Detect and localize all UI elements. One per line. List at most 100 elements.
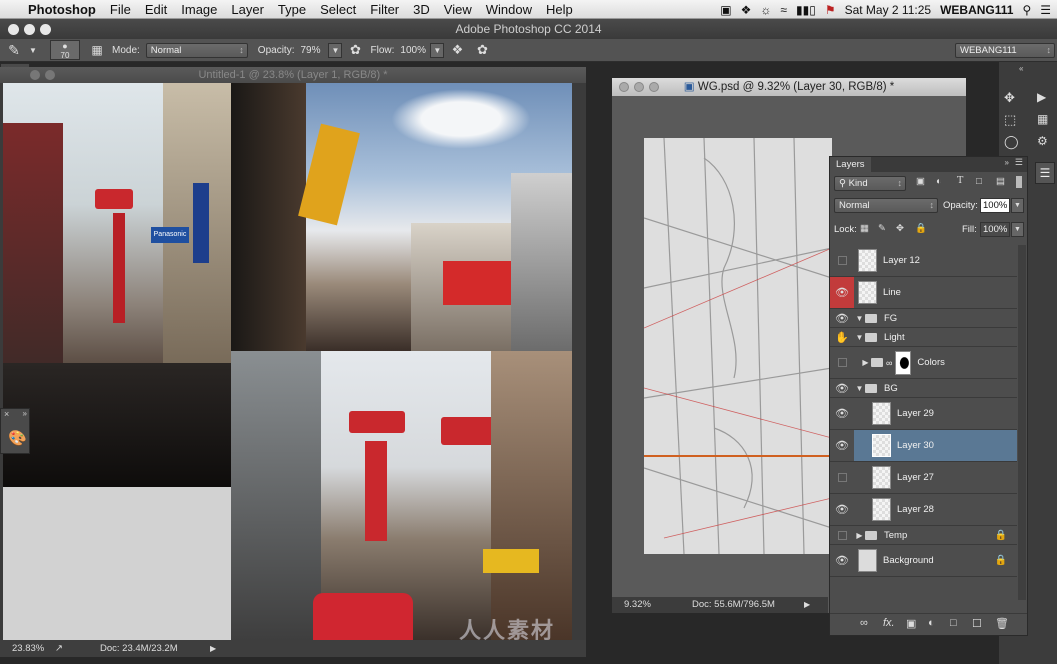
layer-row-selected[interactable]: 👁 Layer 30: [830, 430, 1017, 462]
doc-minimize-icon[interactable]: [634, 82, 644, 92]
layers-scrollbar[interactable]: [1018, 245, 1026, 600]
filter-pixel-icon[interactable]: ▣: [916, 176, 925, 187]
opacity-input[interactable]: 79%: [300, 45, 328, 56]
filter-kind-select[interactable]: ⚲ Kind: [834, 176, 906, 191]
layer-row[interactable]: 👁 Background 🔒: [830, 545, 1017, 577]
doc-size[interactable]: Doc: 23.4M/23.2M: [100, 640, 178, 657]
brush-panel-icon[interactable]: ▦: [86, 43, 108, 57]
group-row[interactable]: ▶ ∞ Colors: [830, 347, 1017, 379]
filter-smartobject-icon[interactable]: ▤: [996, 176, 1005, 187]
marquee-tool-icon[interactable]: ⬚: [1004, 112, 1016, 128]
fx-icon[interactable]: fx.: [883, 617, 895, 629]
layer-opacity-input[interactable]: 100%: [980, 198, 1010, 213]
zoom-level[interactable]: 23.83%: [12, 640, 44, 657]
menu-edit[interactable]: Edit: [138, 2, 174, 17]
menu-3d[interactable]: 3D: [406, 2, 437, 17]
wifi-icon[interactable]: ≈: [780, 3, 787, 17]
expand-triangle-icon[interactable]: ▼: [854, 333, 865, 342]
visibility-toggle[interactable]: [830, 245, 854, 276]
search-icon[interactable]: ⚲: [1022, 3, 1031, 17]
pressure-opacity-icon[interactable]: ✿: [342, 42, 368, 58]
flag-icon[interactable]: ⚑: [825, 3, 836, 17]
layer-row[interactable]: 👁 Layer 29: [830, 398, 1017, 430]
filter-toggle-icon[interactable]: [1016, 176, 1022, 188]
menu-layer[interactable]: Layer: [224, 2, 271, 17]
lock-transparency-icon[interactable]: ▦: [860, 223, 869, 234]
minimize-window-icon[interactable]: [24, 24, 35, 35]
chevron-down-icon[interactable]: ▼: [28, 46, 38, 55]
menu-filter[interactable]: Filter: [363, 2, 406, 17]
doc-minimize-icon[interactable]: [45, 70, 55, 80]
delete-layer-icon[interactable]: 🗑: [995, 617, 1009, 630]
menu-select[interactable]: Select: [313, 2, 363, 17]
play-icon[interactable]: ▶: [1037, 90, 1046, 104]
clock-text[interactable]: Sat May 2 11:25: [845, 3, 932, 17]
brush-preset-picker[interactable]: ● 70: [50, 40, 80, 60]
collapse-triangle-icon[interactable]: ▶: [860, 358, 871, 367]
grid-icon[interactable]: ▦: [1037, 112, 1048, 126]
doc-close-icon[interactable]: [30, 70, 40, 80]
sync-icon[interactable]: ☼: [760, 3, 771, 17]
filter-adjustment-icon[interactable]: ◐: [936, 176, 942, 187]
adjustment-layer-icon[interactable]: ◐: [928, 617, 935, 629]
tab-layers[interactable]: Layers: [830, 157, 871, 172]
zoom-level[interactable]: 9.32%: [624, 597, 651, 613]
layer-row[interactable]: Layer 27: [830, 462, 1017, 494]
menu-type[interactable]: Type: [271, 2, 313, 17]
doc-close-icon[interactable]: [619, 82, 629, 92]
menu-window[interactable]: Window: [479, 2, 539, 17]
sketch-canvas[interactable]: [644, 138, 832, 554]
camera-icon[interactable]: ▣: [720, 3, 731, 17]
properties-icon[interactable]: ⚙: [1037, 134, 1048, 148]
lasso-tool-icon[interactable]: ◯: [1004, 134, 1019, 150]
layer-row[interactable]: 👁 Layer 28: [830, 494, 1017, 526]
flow-slider-icon[interactable]: ▼: [430, 42, 445, 58]
mode-select[interactable]: Normal: [145, 42, 248, 58]
lock-position-icon[interactable]: ✥: [896, 223, 904, 234]
add-mask-icon[interactable]: ▣: [906, 617, 916, 630]
battery-icon[interactable]: ▮▮▯: [796, 3, 816, 17]
fill-slider-icon[interactable]: ▼: [1011, 222, 1024, 237]
collapse-panel-icon[interactable]: »: [23, 409, 27, 418]
visibility-toggle[interactable]: 👁: [830, 430, 854, 461]
opacity-slider-icon[interactable]: ▼: [1011, 198, 1024, 213]
brush-tool-icon[interactable]: ✎: [0, 42, 28, 59]
fill-input[interactable]: 100%: [980, 222, 1010, 237]
status-arrow-icon[interactable]: ▶: [804, 597, 810, 613]
expand-triangle-icon[interactable]: ▼: [854, 384, 865, 393]
doc-zoom-icon[interactable]: [649, 82, 659, 92]
opacity-slider-icon[interactable]: ▼: [328, 42, 343, 58]
close-panel-icon[interactable]: ×: [4, 409, 9, 419]
new-group-icon[interactable]: □: [950, 617, 957, 629]
menu-file[interactable]: File: [103, 2, 138, 17]
visibility-toggle[interactable]: [830, 347, 854, 378]
visibility-toggle[interactable]: 👁: [830, 309, 854, 327]
airbrush-icon[interactable]: ❖: [444, 42, 470, 58]
filter-type-icon[interactable]: T: [957, 175, 963, 186]
layer-row[interactable]: 👁 Line: [830, 277, 1017, 309]
visibility-toggle[interactable]: 👁: [830, 398, 854, 429]
expand-triangle-icon[interactable]: ▼: [854, 314, 865, 323]
menu-image[interactable]: Image: [174, 2, 224, 17]
share-icon[interactable]: ↗: [55, 640, 63, 657]
blend-mode-select[interactable]: Normal: [834, 198, 938, 213]
pressure-size-icon[interactable]: ✿: [470, 42, 494, 58]
document-canvas[interactable]: Panasonic 人人素材: [3, 83, 572, 641]
lock-pixels-icon[interactable]: ✎: [878, 223, 886, 234]
visibility-toggle[interactable]: 👁: [830, 277, 854, 308]
link-layers-icon[interactable]: ∞: [860, 617, 868, 629]
filter-shape-icon[interactable]: □: [976, 176, 982, 187]
group-row[interactable]: ✋ ▼ Light: [830, 328, 1017, 347]
palette-icon[interactable]: 🎨: [8, 429, 27, 447]
collapse-triangle-icon[interactable]: ▶: [854, 531, 865, 540]
menu-help[interactable]: Help: [539, 2, 580, 17]
move-tool-icon[interactable]: ✥: [1004, 90, 1015, 106]
layers-dock-icon[interactable]: ☰: [1035, 162, 1055, 184]
visibility-toggle[interactable]: [830, 526, 854, 544]
lock-all-icon[interactable]: 🔒: [915, 223, 927, 234]
flow-input[interactable]: 100%: [400, 45, 430, 56]
new-layer-icon[interactable]: ☐: [972, 617, 982, 630]
workspace-select[interactable]: WEBANG111: [955, 43, 1055, 58]
visibility-toggle[interactable]: 👁: [830, 545, 854, 576]
menu-photoshop[interactable]: Photoshop: [21, 2, 103, 17]
